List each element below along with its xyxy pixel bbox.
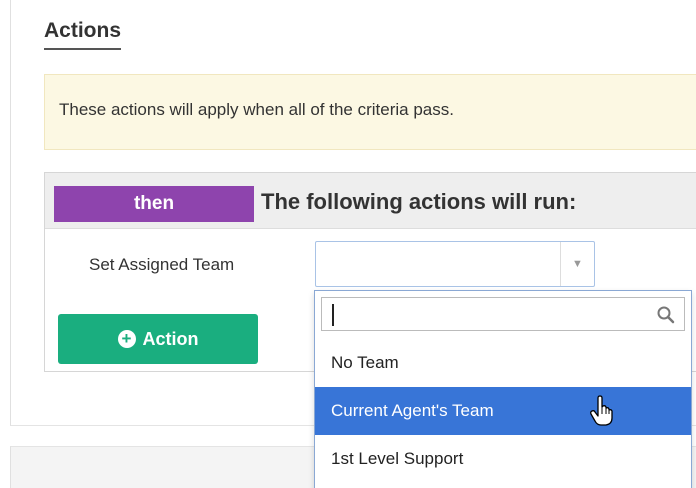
search-icon xyxy=(657,306,675,324)
action-block-header: then The following actions will run: xyxy=(45,173,696,229)
criteria-notice: These actions will apply when all of the… xyxy=(44,74,696,150)
assigned-team-select[interactable]: ▼ xyxy=(315,241,595,287)
plus-circle-icon: + xyxy=(117,330,136,348)
dropdown-option[interactable]: No Team xyxy=(315,339,691,387)
section-title: Actions xyxy=(44,19,122,50)
dropdown-options: No Team Current Agent's Team 1st Level S… xyxy=(315,339,691,483)
text-caret xyxy=(332,304,334,326)
action-block-title: The following actions will run: xyxy=(261,189,577,214)
option-label: Current Agent's Team xyxy=(331,401,494,420)
option-label: 1st Level Support xyxy=(331,449,464,468)
chevron-down-icon[interactable]: ▼ xyxy=(560,242,594,286)
add-action-label: Action xyxy=(142,328,199,349)
set-assigned-team-label: Set Assigned Team xyxy=(89,255,235,274)
dropdown-option-highlighted[interactable]: Current Agent's Team xyxy=(315,387,691,435)
hand-pointer-icon xyxy=(590,395,613,426)
add-action-button[interactable]: + Action xyxy=(58,314,258,364)
team-dropdown: No Team Current Agent's Team 1st Level S… xyxy=(314,290,692,488)
dropdown-option[interactable]: 1st Level Support xyxy=(315,435,691,483)
dropdown-search[interactable] xyxy=(321,297,685,331)
then-badge: then xyxy=(54,186,254,222)
notice-text: These actions will apply when all of the… xyxy=(59,100,454,119)
option-label: No Team xyxy=(331,353,399,372)
dropdown-search-input[interactable] xyxy=(322,298,652,330)
